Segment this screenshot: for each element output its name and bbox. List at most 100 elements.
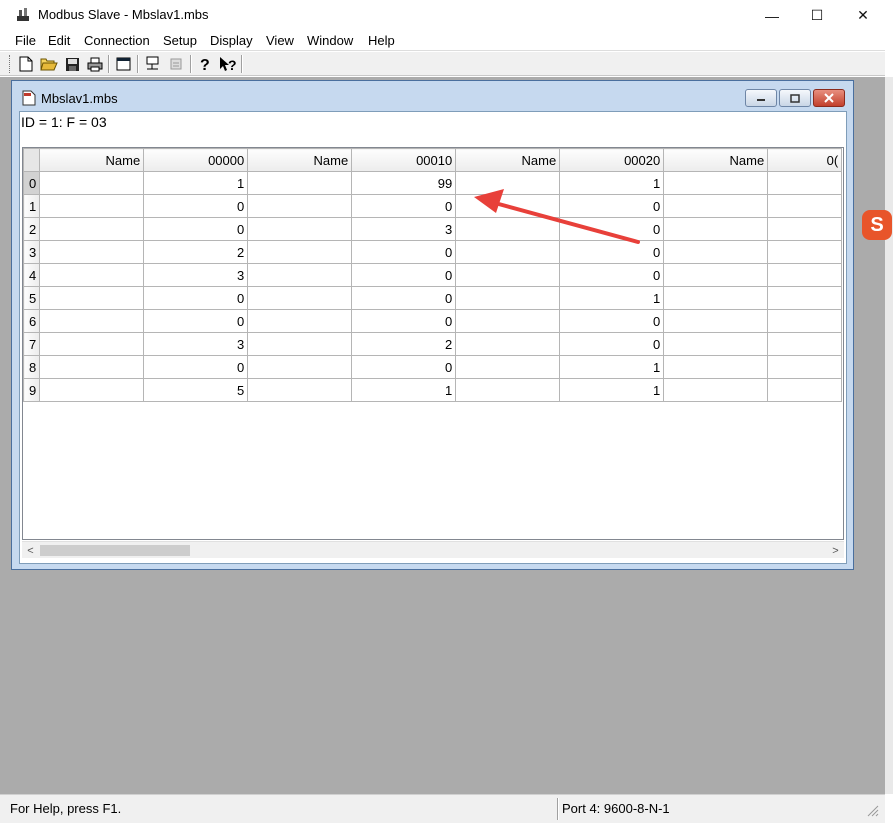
register-cell[interactable] [767, 171, 843, 195]
help-icon[interactable]: ? [195, 54, 215, 74]
name-cell[interactable] [247, 355, 353, 379]
register-cell[interactable]: 1 [559, 355, 665, 379]
name-cell[interactable] [247, 332, 353, 356]
register-cell[interactable]: 3 [351, 217, 457, 241]
register-cell[interactable] [767, 240, 843, 264]
register-cell[interactable] [767, 194, 843, 218]
column-header[interactable]: Name [247, 148, 353, 172]
name-cell[interactable] [455, 309, 561, 333]
row-header[interactable]: 3 [23, 240, 41, 264]
scrollbar-thumb[interactable] [40, 545, 190, 556]
name-cell[interactable] [247, 263, 353, 287]
child-restore-button[interactable] [779, 89, 811, 107]
column-header[interactable]: 00000 [143, 148, 249, 172]
menu-help[interactable]: Help [368, 33, 395, 48]
register-cell[interactable] [767, 263, 843, 287]
name-cell[interactable] [663, 286, 769, 310]
menu-view[interactable]: View [266, 33, 294, 48]
register-cell[interactable]: 1 [351, 378, 457, 402]
column-header[interactable]: 00010 [351, 148, 457, 172]
name-cell[interactable] [247, 378, 353, 402]
name-cell[interactable] [663, 217, 769, 241]
menu-file[interactable]: File [15, 33, 36, 48]
column-header[interactable]: 0( [767, 148, 843, 172]
row-header[interactable]: 2 [23, 217, 41, 241]
register-cell[interactable]: 0 [143, 309, 249, 333]
child-close-button[interactable] [813, 89, 845, 107]
name-cell[interactable] [455, 286, 561, 310]
name-cell[interactable] [663, 240, 769, 264]
menu-edit[interactable]: Edit [48, 33, 70, 48]
resize-grip-icon[interactable] [865, 803, 879, 817]
name-cell[interactable] [247, 309, 353, 333]
register-cell[interactable]: 3 [143, 332, 249, 356]
toolbar-grip[interactable] [9, 55, 12, 73]
close-button[interactable]: ✕ [840, 0, 886, 31]
name-cell[interactable] [455, 332, 561, 356]
register-cell[interactable]: 2 [143, 240, 249, 264]
column-header[interactable]: 00020 [559, 148, 665, 172]
child-title-bar[interactable]: Mbslav1.mbs [12, 81, 853, 111]
name-cell[interactable] [247, 194, 353, 218]
register-cell[interactable]: 0 [559, 263, 665, 287]
name-cell[interactable] [39, 217, 145, 241]
name-cell[interactable] [39, 286, 145, 310]
disconnect-icon[interactable] [166, 54, 186, 74]
row-header[interactable]: 0 [23, 171, 41, 195]
register-grid[interactable]: Name 00000 Name 00010 Name 00020 Name 0(… [22, 147, 844, 540]
register-cell[interactable] [767, 309, 843, 333]
scroll-left-button[interactable]: < [22, 542, 39, 559]
register-cell[interactable]: 0 [143, 355, 249, 379]
register-cell[interactable]: 0 [559, 309, 665, 333]
register-cell[interactable]: 5 [143, 378, 249, 402]
name-cell[interactable] [39, 355, 145, 379]
row-header[interactable]: 6 [23, 309, 41, 333]
connect-icon[interactable] [143, 54, 163, 74]
name-cell[interactable] [247, 217, 353, 241]
name-cell[interactable] [663, 194, 769, 218]
child-minimize-button[interactable] [745, 89, 777, 107]
register-cell[interactable]: 0 [351, 355, 457, 379]
name-cell[interactable] [39, 171, 145, 195]
register-cell[interactable]: 0 [351, 240, 457, 264]
input-method-badge[interactable]: S [862, 210, 892, 240]
scroll-right-button[interactable]: > [827, 542, 844, 559]
register-cell[interactable] [767, 217, 843, 241]
maximize-button[interactable]: ☐ [794, 0, 840, 31]
name-cell[interactable] [663, 378, 769, 402]
name-cell[interactable] [247, 286, 353, 310]
row-header[interactable]: 9 [23, 378, 41, 402]
register-cell[interactable]: 0 [351, 309, 457, 333]
name-cell[interactable] [663, 332, 769, 356]
name-cell[interactable] [455, 263, 561, 287]
register-cell[interactable]: 1 [559, 378, 665, 402]
window-icon[interactable] [113, 54, 133, 74]
register-cell[interactable]: 0 [143, 217, 249, 241]
horizontal-scrollbar[interactable]: < > [22, 541, 844, 558]
column-header[interactable]: Name [455, 148, 561, 172]
row-header[interactable]: 8 [23, 355, 41, 379]
register-cell[interactable]: 3 [143, 263, 249, 287]
register-cell[interactable]: 1 [143, 171, 249, 195]
save-icon[interactable] [62, 54, 82, 74]
row-header[interactable]: 4 [23, 263, 41, 287]
name-cell[interactable] [663, 309, 769, 333]
menu-display[interactable]: Display [210, 33, 253, 48]
name-cell[interactable] [39, 194, 145, 218]
print-icon[interactable] [85, 54, 105, 74]
name-cell[interactable] [39, 240, 145, 264]
name-cell[interactable] [39, 309, 145, 333]
register-cell[interactable]: 0 [351, 286, 457, 310]
register-cell[interactable]: 2 [351, 332, 457, 356]
name-cell[interactable] [39, 263, 145, 287]
menu-connection[interactable]: Connection [84, 33, 150, 48]
column-header[interactable]: Name [663, 148, 769, 172]
name-cell[interactable] [455, 355, 561, 379]
register-cell[interactable]: 0 [559, 332, 665, 356]
register-cell[interactable] [767, 378, 843, 402]
row-header[interactable]: 7 [23, 332, 41, 356]
register-cell[interactable] [767, 332, 843, 356]
name-cell[interactable] [663, 263, 769, 287]
name-cell[interactable] [39, 332, 145, 356]
register-cell[interactable]: 99 [351, 171, 457, 195]
